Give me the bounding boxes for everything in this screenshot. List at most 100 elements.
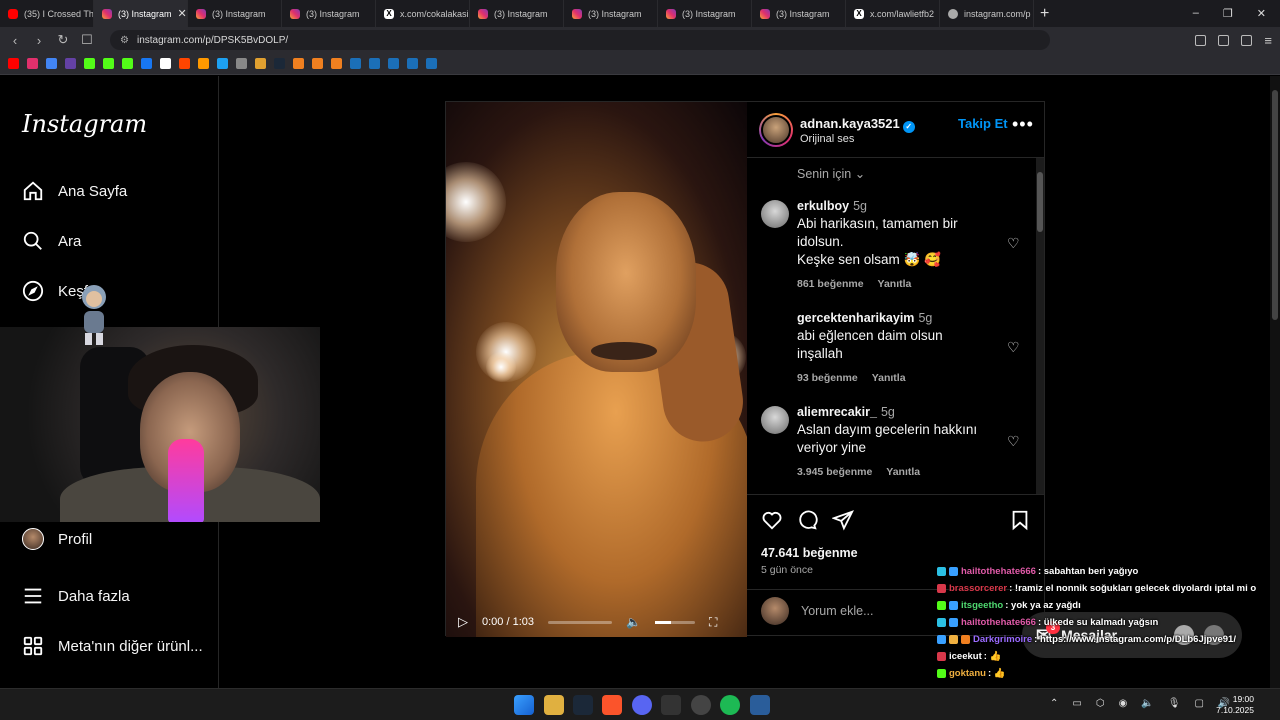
discord-icon[interactable]: [632, 695, 652, 715]
comments-scrollbar[interactable]: [1036, 158, 1044, 494]
browser-tab[interactable]: (3) Instagram: [658, 0, 752, 27]
scrollbar-thumb[interactable]: [1272, 90, 1278, 320]
youtube-bookmark-icon[interactable]: [8, 58, 19, 69]
nav-item-more[interactable]: Daha fazla: [22, 585, 130, 607]
file-explorer-icon[interactable]: [544, 695, 564, 715]
nav-item-profile[interactable]: Profil: [22, 528, 92, 550]
video-progress-bar[interactable]: [548, 620, 612, 624]
reply-button[interactable]: Yanıtla: [886, 466, 920, 478]
steam-tray-icon[interactable]: ◉: [1119, 698, 1128, 709]
comment-icon[interactable]: [796, 509, 818, 531]
comment-username[interactable]: aliemrecakir_ 5g: [797, 405, 895, 419]
comment-likes[interactable]: 93 beğenme: [797, 372, 858, 384]
comment-likes[interactable]: 3.945 beğenme: [797, 466, 872, 478]
reload-icon[interactable]: ↻: [56, 32, 70, 48]
new-tab-button[interactable]: +: [1040, 5, 1049, 23]
browser-tab[interactable]: (3) Instagram: [188, 0, 282, 27]
comment-input[interactable]: Yorum ekle...: [801, 604, 874, 618]
comment-sort-dropdown[interactable]: Senin için ⌄: [797, 166, 865, 181]
instagram-bookmark-icon[interactable]: [27, 58, 38, 69]
brave-icon[interactable]: [602, 695, 622, 715]
reply-button[interactable]: Yanıtla: [878, 278, 912, 290]
steam-bookmark-icon[interactable]: [274, 58, 285, 69]
system-clock[interactable]: 19:00 7.10.2025: [1208, 694, 1254, 716]
instagram-logo[interactable]: Instagram: [22, 110, 147, 138]
browser-tab-active[interactable]: (3) Instagram ✕: [94, 0, 188, 27]
steam-bookmark-icon[interactable]: [350, 58, 361, 69]
fullscreen-icon[interactable]: ⛶: [709, 615, 717, 630]
nav-item-home[interactable]: Ana Sayfa: [22, 180, 127, 202]
steam-bookmark-icon[interactable]: [388, 58, 399, 69]
save-icon[interactable]: [1009, 509, 1031, 531]
steam-bookmark-icon[interactable]: [407, 58, 418, 69]
sidebar-icon[interactable]: [1218, 34, 1230, 46]
bookmark-icon[interactable]: [312, 58, 323, 69]
reply-button[interactable]: Yanıtla: [872, 372, 906, 384]
nav-item-meta-products[interactable]: Meta'nın diğer ürünl...: [22, 635, 203, 657]
nav-item-search[interactable]: Ara: [22, 230, 81, 252]
reddit-bookmark-icon[interactable]: [179, 58, 190, 69]
bookmark-icon[interactable]: [217, 58, 228, 69]
amazon-bookmark-icon[interactable]: [198, 58, 209, 69]
heart-icon[interactable]: ♡: [1007, 235, 1020, 252]
site-settings-icon[interactable]: ⚙: [120, 35, 129, 46]
bookmark-icon[interactable]: [236, 58, 247, 69]
page-scrollbar[interactable]: [1270, 76, 1280, 688]
heart-icon[interactable]: ♡: [1007, 339, 1020, 356]
browser-tab[interactable]: instagram.com/p: [940, 0, 1034, 27]
wallet-icon[interactable]: [1241, 34, 1253, 46]
browser-tab[interactable]: (3) Instagram: [282, 0, 376, 27]
minimize-button[interactable]: –: [1193, 7, 1199, 20]
close-tab-icon[interactable]: ✕: [178, 7, 187, 20]
extension-icon[interactable]: [1195, 34, 1207, 46]
maximize-button[interactable]: ❐: [1223, 7, 1233, 20]
bookmark-icon[interactable]: [141, 58, 152, 69]
volume-icon[interactable]: 🔈: [626, 615, 641, 629]
speaker-icon[interactable]: 🔈: [1141, 698, 1153, 709]
scrollbar-thumb[interactable]: [1037, 172, 1043, 232]
steam-icon[interactable]: [573, 695, 593, 715]
share-icon[interactable]: [832, 509, 854, 531]
commenter-avatar[interactable]: [761, 312, 789, 340]
back-icon[interactable]: ‹: [8, 33, 22, 48]
volume-slider[interactable]: [654, 620, 695, 624]
bookmark-icon[interactable]: [331, 58, 342, 69]
more-options-icon[interactable]: •••: [1012, 114, 1034, 135]
shield-icon[interactable]: ⬡: [1096, 698, 1105, 709]
play-icon[interactable]: ▷: [458, 614, 468, 630]
author-avatar[interactable]: [759, 113, 793, 147]
browser-tab[interactable]: (35) I Crossed Th: [0, 0, 94, 27]
comment-username[interactable]: gercektenharikayim 5g: [797, 311, 932, 325]
audio-label[interactable]: Orijinal ses: [800, 133, 854, 145]
chevron-up-icon[interactable]: ⌃: [1050, 698, 1058, 709]
close-window-button[interactable]: ✕: [1257, 7, 1266, 20]
kick-bookmark-icon[interactable]: [84, 58, 95, 69]
browser-tab[interactable]: (3) Instagram: [564, 0, 658, 27]
kick-bookmark-icon[interactable]: [103, 58, 114, 69]
forward-icon[interactable]: ›: [32, 33, 46, 48]
browser-tab[interactable]: (3) Instagram: [470, 0, 564, 27]
comment-username[interactable]: erkulboy 5g: [797, 199, 867, 213]
menu-icon[interactable]: ≡: [1264, 34, 1272, 47]
microphone-icon[interactable]: 🎙: [1168, 698, 1181, 709]
steam-bookmark-icon[interactable]: [426, 58, 437, 69]
browser-tab[interactable]: Xx.com/lawlietfb2: [846, 0, 940, 27]
like-icon[interactable]: [761, 509, 783, 531]
kick-bookmark-icon[interactable]: [122, 58, 133, 69]
author-username[interactable]: adnan.kaya3521 ✓: [800, 116, 915, 133]
url-field[interactable]: ⚙ instagram.com/p/DPSK5BvDOLP/: [110, 30, 1050, 50]
windows-start-icon[interactable]: [514, 695, 534, 715]
comment-likes[interactable]: 861 beğenme: [797, 278, 864, 290]
browser-tab[interactable]: (3) Instagram: [752, 0, 846, 27]
app-icon[interactable]: [661, 695, 681, 715]
battery-icon[interactable]: ▭: [1072, 698, 1081, 709]
spotify-icon[interactable]: [720, 695, 740, 715]
browser-tab[interactable]: Xx.com/cokalakasi: [376, 0, 470, 27]
x-bookmark-icon[interactable]: [160, 58, 171, 69]
app-icon[interactable]: [750, 695, 770, 715]
bookmark-icon[interactable]: [293, 58, 304, 69]
google-bookmark-icon[interactable]: [46, 58, 57, 69]
bookmark-icon[interactable]: ☐: [80, 32, 94, 48]
steam-bookmark-icon[interactable]: [369, 58, 380, 69]
like-count[interactable]: 47.641 beğenme: [761, 546, 858, 560]
